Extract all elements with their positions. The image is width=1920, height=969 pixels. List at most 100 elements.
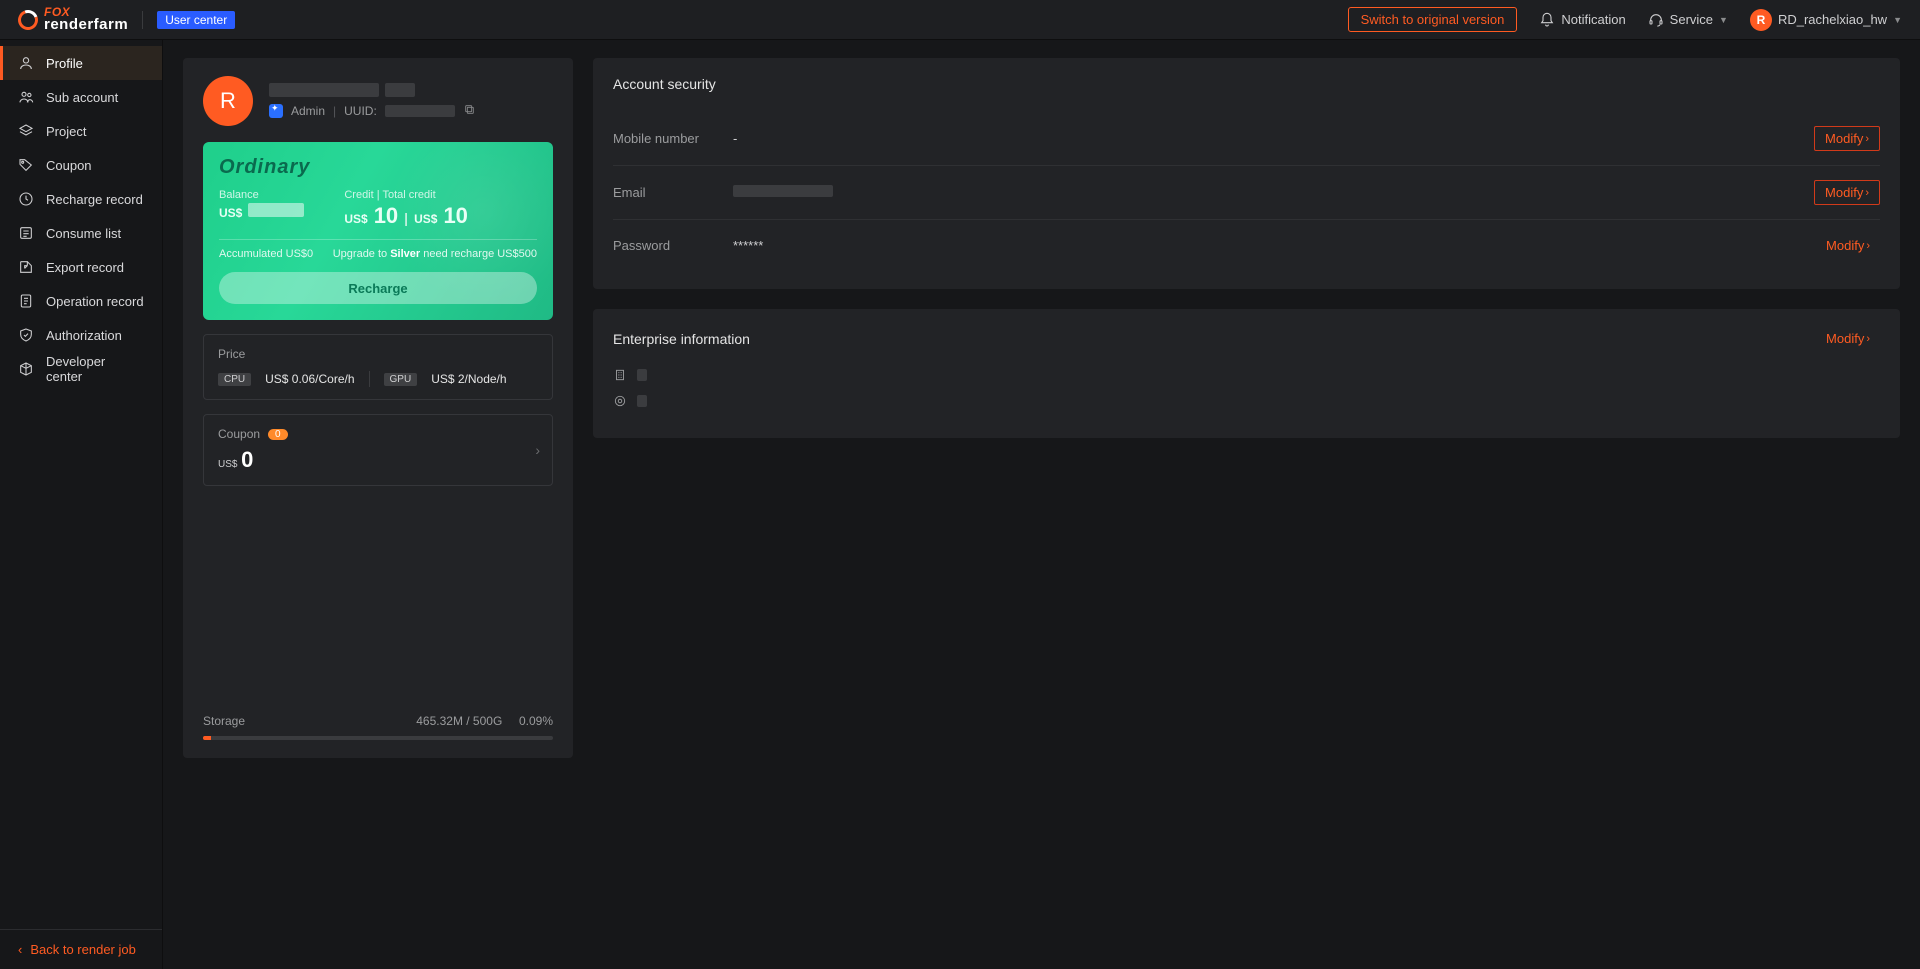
sidebar-item-export-record[interactable]: Export record <box>0 250 162 284</box>
storage-label: Storage <box>203 714 245 728</box>
switch-version-button[interactable]: Switch to original version <box>1348 7 1518 32</box>
balance-col: Balance US$ <box>219 189 304 229</box>
sidebar-item-consume-list[interactable]: Consume list <box>0 216 162 250</box>
enterprise-value-redacted <box>637 369 647 381</box>
cpu-price: US$ 0.06/Core/h <box>265 372 354 386</box>
user-center-badge[interactable]: User center <box>157 11 235 29</box>
divider <box>219 239 537 240</box>
modify-label: Modify <box>1826 238 1864 253</box>
sidebar-item-recharge-record[interactable]: Recharge record <box>0 182 162 216</box>
notification-label: Notification <box>1561 12 1625 27</box>
sidebar-item-label: Coupon <box>46 158 92 173</box>
sidebar-item-label: Profile <box>46 56 83 71</box>
left-column: R Admin | UUID: <box>183 58 573 951</box>
accumulated-label: Accumulated US$0 <box>219 248 313 260</box>
credit-currency: US$ <box>344 212 367 226</box>
price-row: CPU US$ 0.06/Core/h GPU US$ 2/Node/h <box>218 371 538 387</box>
coupon-card[interactable]: Coupon 0 US$ 0 › <box>203 414 553 486</box>
security-row-label: Password <box>613 238 733 253</box>
logo[interactable]: FOX renderfarm <box>18 7 128 32</box>
username-label: RD_rachelxiao_hw <box>1778 12 1887 27</box>
balance-label: Balance <box>219 189 304 201</box>
upgrade-text: Upgrade to Silver need recharge US$500 <box>333 248 537 260</box>
security-title: Account security <box>613 76 1880 92</box>
chevron-right-icon: › <box>1865 133 1869 145</box>
role-row: Admin | UUID: <box>269 103 476 119</box>
layout: Profile Sub account Project Coupon Recha… <box>0 40 1920 969</box>
modify-enterprise-button[interactable]: Modify › <box>1816 327 1880 350</box>
logo-text-bottom: renderfarm <box>44 16 128 33</box>
gpu-tag: GPU <box>384 373 418 386</box>
sidebar-item-label: Export record <box>46 260 124 275</box>
bell-icon <box>1539 12 1555 28</box>
copy-icon[interactable] <box>463 103 476 119</box>
credit-label: Credit | Total credit <box>344 189 468 201</box>
chevron-right-icon: › <box>1865 187 1869 199</box>
security-row-value: ****** <box>733 238 1816 253</box>
avatar-small: R <box>1750 9 1772 31</box>
sidebar-item-label: Consume list <box>46 226 121 241</box>
sidebar-item-profile[interactable]: Profile <box>0 46 162 80</box>
back-label: Back to render job <box>30 942 136 957</box>
security-row-mobile: Mobile number - Modify › <box>613 112 1880 166</box>
coupon-title: Coupon <box>218 427 260 441</box>
sidebar-item-coupon[interactable]: Coupon <box>0 148 162 182</box>
modify-email-button[interactable]: Modify › <box>1814 180 1880 205</box>
balance-row: Balance US$ Credit | Total credit US$ 10 <box>219 189 537 229</box>
balance-card: Ordinary Balance US$ Credit | Total cred… <box>203 142 553 320</box>
topbar-right: Switch to original version Notification … <box>1348 7 1902 32</box>
admin-badge-icon <box>269 104 283 118</box>
security-row-label: Email <box>613 185 733 200</box>
total-credit-currency: US$ <box>414 212 437 226</box>
notification-item[interactable]: Notification <box>1539 12 1625 28</box>
modify-mobile-button[interactable]: Modify › <box>1814 126 1880 151</box>
service-item[interactable]: Service ▼ <box>1648 12 1728 28</box>
right-column: Account security Mobile number - Modify … <box>593 58 1900 951</box>
storage-bar <box>203 736 553 740</box>
cube-icon <box>18 361 34 377</box>
security-row-value <box>733 185 1814 200</box>
sidebar-item-authorization[interactable]: Authorization <box>0 318 162 352</box>
recharge-button[interactable]: Recharge <box>219 272 537 304</box>
uuid-label: UUID: <box>344 104 377 118</box>
enterprise-panel: Enterprise information Modify › <box>593 309 1900 438</box>
sidebar-item-operation-record[interactable]: Operation record <box>0 284 162 318</box>
storage-section: Storage 465.32M / 500G 0.09% <box>203 714 553 740</box>
profile-panel: R Admin | UUID: <box>183 58 573 758</box>
total-credit-value: 10 <box>443 203 467 229</box>
clock-icon <box>18 191 34 207</box>
profile-header: R Admin | UUID: <box>203 76 553 126</box>
modify-password-button[interactable]: Modify › <box>1816 234 1880 257</box>
coupon-header: Coupon 0 <box>218 427 538 441</box>
content: R Admin | UUID: <box>163 40 1920 969</box>
account-security-panel: Account security Mobile number - Modify … <box>593 58 1900 289</box>
upgrade-row: Accumulated US$0 Upgrade to Silver need … <box>219 248 537 260</box>
tag-icon <box>18 157 34 173</box>
list-icon <box>18 225 34 241</box>
headset-icon <box>1648 12 1664 28</box>
username-redacted <box>269 83 476 97</box>
coupon-count-badge: 0 <box>268 429 288 440</box>
divider <box>142 11 143 29</box>
logo-text: FOX renderfarm <box>44 7 128 32</box>
sidebar-item-label: Operation record <box>46 294 144 309</box>
sidebar-item-label: Project <box>46 124 86 139</box>
users-icon <box>18 89 34 105</box>
back-to-render-job[interactable]: ‹ Back to render job <box>0 929 162 969</box>
security-row-label: Mobile number <box>613 131 733 146</box>
sidebar-item-sub-account[interactable]: Sub account <box>0 80 162 114</box>
avatar-large: R <box>203 76 253 126</box>
enterprise-location-row <box>613 394 1880 408</box>
enterprise-company-row <box>613 368 1880 382</box>
security-row-password: Password ****** Modify › <box>613 220 1880 271</box>
chevron-down-icon: ▼ <box>1893 15 1902 25</box>
credit-value: 10 <box>374 203 398 229</box>
chevron-right-icon: › <box>535 442 540 458</box>
role-label: Admin <box>291 104 325 118</box>
sidebar-item-developer-center[interactable]: Developer center <box>0 352 162 386</box>
coupon-value-row: US$ 0 <box>218 447 538 473</box>
sidebar-item-project[interactable]: Project <box>0 114 162 148</box>
user-menu[interactable]: R RD_rachelxiao_hw ▼ <box>1750 9 1902 31</box>
tier-label: Ordinary <box>219 156 537 179</box>
layers-icon <box>18 123 34 139</box>
